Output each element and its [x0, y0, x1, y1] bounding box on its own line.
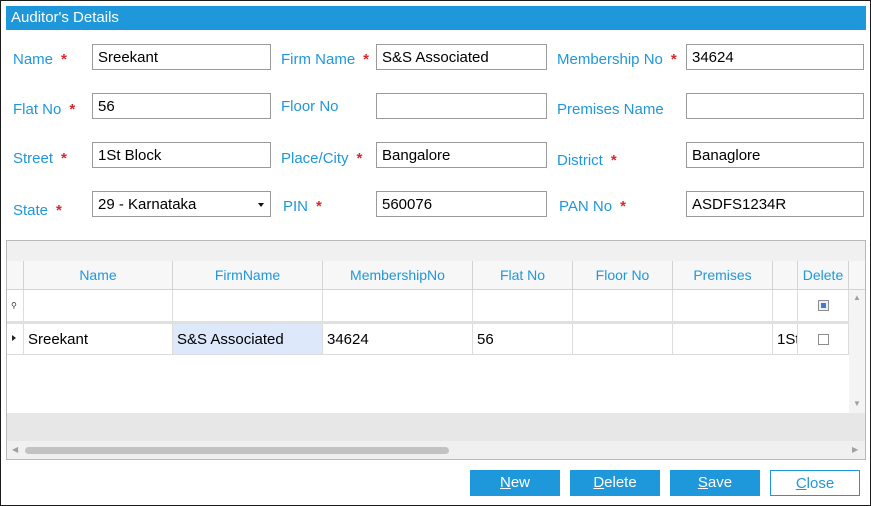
- column-header-premises[interactable]: Premises: [673, 261, 773, 290]
- pan-no-label: PAN No *: [559, 198, 626, 215]
- cell-premises[interactable]: [673, 324, 773, 355]
- filter-cell-street[interactable]: [773, 290, 798, 322]
- header-scroll-corner: [849, 261, 865, 290]
- membership-no-input[interactable]: 34624: [686, 44, 864, 70]
- cell-flat-no[interactable]: 56: [473, 324, 573, 355]
- row-delete-checkbox[interactable]: [818, 334, 829, 345]
- filter-cell-delete[interactable]: [798, 290, 849, 322]
- grid-group-panel: [7, 241, 865, 262]
- flat-no-input[interactable]: 56: [92, 93, 271, 119]
- filter-cell-floor-no[interactable]: [573, 290, 673, 322]
- scroll-up-icon[interactable]: ▲: [853, 293, 861, 302]
- column-header-floor-no[interactable]: Floor No: [573, 261, 673, 290]
- filter-delete-checkbox[interactable]: [818, 300, 829, 311]
- pin-input[interactable]: 560076: [376, 191, 547, 217]
- state-select[interactable]: 29 - Karnataka: [92, 191, 271, 217]
- district-input[interactable]: Banaglore: [686, 142, 864, 168]
- save-button[interactable]: Save: [670, 470, 760, 496]
- horizontal-scroll-thumb[interactable]: [25, 447, 449, 454]
- cell-floor-no[interactable]: [573, 324, 673, 355]
- floor-no-input[interactable]: [376, 93, 547, 119]
- state-label: State *: [13, 202, 62, 219]
- filter-icon: ⚲: [11, 301, 17, 310]
- window-title: Auditor's Details: [11, 9, 119, 26]
- pin-label: PIN *: [283, 198, 322, 215]
- street-label: Street *: [13, 150, 67, 167]
- auditors-grid: Name FirmName MembershipNo Flat No Floor…: [6, 240, 866, 460]
- firm-name-label: Firm Name *: [281, 51, 370, 68]
- delete-button[interactable]: Delete: [570, 470, 660, 496]
- row-indicator-header: [7, 261, 24, 290]
- place-city-label: Place/City *: [281, 150, 363, 167]
- filter-cell-firmname[interactable]: [173, 290, 323, 322]
- flat-no-label: Flat No *: [13, 101, 76, 118]
- filter-cell-premises[interactable]: [673, 290, 773, 322]
- filter-row-indicator: ⚲: [7, 290, 24, 322]
- premises-name-input[interactable]: [686, 93, 864, 119]
- street-input[interactable]: 1St Block: [92, 142, 271, 168]
- state-selected-value: 29 - Karnataka: [98, 196, 197, 213]
- filter-cell-name[interactable]: [24, 290, 173, 322]
- filter-cell-membershipno[interactable]: [323, 290, 473, 322]
- column-header-delete[interactable]: Delete: [798, 261, 849, 290]
- cell-membershipno[interactable]: 34624: [323, 324, 473, 355]
- horizontal-scrollbar[interactable]: ◀ ▶: [7, 441, 865, 459]
- new-button[interactable]: New: [470, 470, 560, 496]
- auditor-details-window: Auditor's Details Name * Sreekant Firm Na…: [0, 0, 871, 506]
- pan-no-input[interactable]: ASDFS1234R: [686, 191, 864, 217]
- column-header-firmname[interactable]: FirmName: [173, 261, 323, 290]
- scroll-left-icon[interactable]: ◀: [12, 445, 18, 454]
- column-header-name[interactable]: Name: [24, 261, 173, 290]
- column-header-street[interactable]: [773, 261, 798, 290]
- firm-name-input[interactable]: S&S Associated: [376, 44, 547, 70]
- district-label: District *: [557, 152, 617, 169]
- cell-firmname[interactable]: S&S Associated: [173, 324, 323, 355]
- row-indicator: [7, 324, 24, 355]
- place-city-input[interactable]: Bangalore: [376, 142, 547, 168]
- column-header-membershipno[interactable]: MembershipNo: [323, 261, 473, 290]
- cell-name[interactable]: Sreekant: [24, 324, 173, 355]
- title-bar: Auditor's Details: [6, 6, 866, 30]
- cell-delete[interactable]: [798, 324, 849, 355]
- membership-no-label: Membership No *: [557, 51, 677, 68]
- current-row-arrow-icon: [12, 335, 16, 341]
- premises-name-label: Premises Name: [557, 101, 664, 118]
- cell-street[interactable]: 1St: [773, 324, 798, 355]
- filter-cell-flat-no[interactable]: [473, 290, 573, 322]
- name-label: Name *: [13, 51, 67, 68]
- column-header-flat-no[interactable]: Flat No: [473, 261, 573, 290]
- scroll-down-icon[interactable]: ▼: [853, 399, 861, 408]
- floor-no-label: Floor No: [281, 98, 339, 115]
- name-input[interactable]: Sreekant: [92, 44, 271, 70]
- grid-footer: [7, 413, 865, 441]
- close-button[interactable]: Close: [770, 470, 860, 496]
- scroll-right-icon[interactable]: ▶: [852, 445, 858, 454]
- vertical-scrollbar[interactable]: ▲ ▼: [849, 290, 865, 413]
